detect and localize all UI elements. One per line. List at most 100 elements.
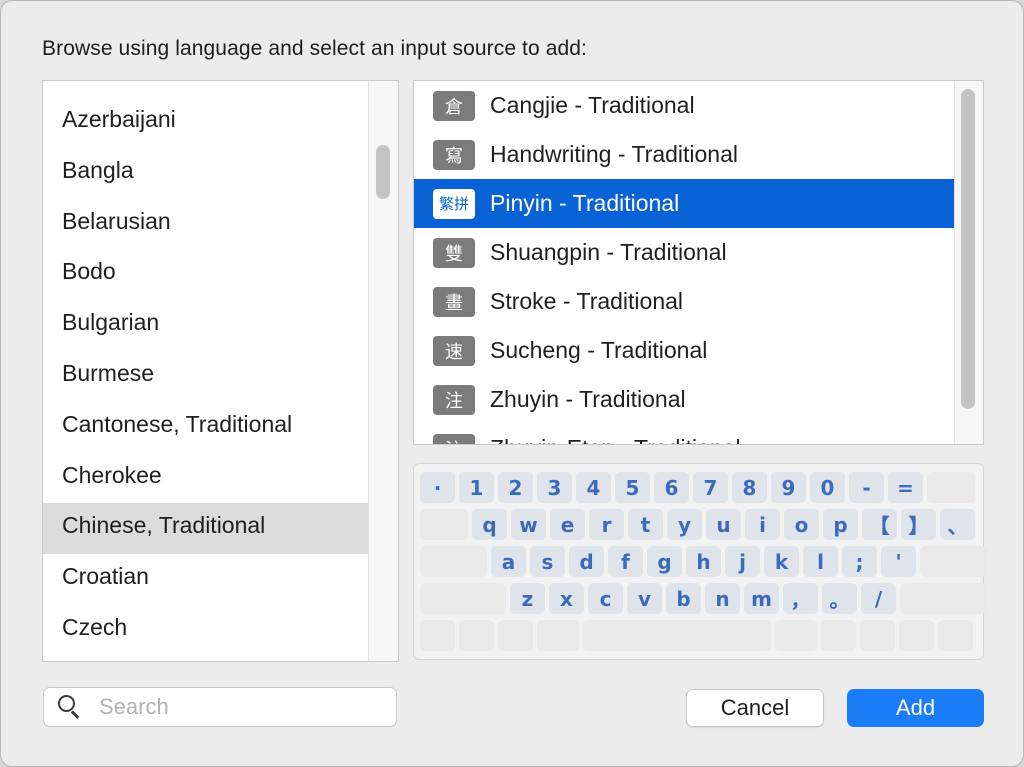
key: i — [745, 509, 780, 540]
search-field[interactable] — [43, 687, 397, 727]
input-source-item[interactable]: 倉 Cangjie - Traditional — [414, 81, 954, 130]
key: 1 — [459, 472, 494, 503]
input-source-list: 倉 Cangjie - Traditional 寫 Handwriting - … — [414, 81, 954, 444]
arrow-left-key — [860, 620, 895, 651]
input-source-item[interactable]: 畫 Stroke - Traditional — [414, 277, 954, 326]
option-key — [498, 620, 533, 651]
tab-key — [420, 509, 468, 540]
control-key — [459, 620, 494, 651]
cangjie-icon: 倉 — [433, 90, 475, 121]
key: 8 — [732, 472, 767, 503]
input-source-label: Shuangpin - Traditional — [490, 239, 727, 265]
language-item[interactable]: Bulgarian — [43, 300, 368, 351]
key: j — [725, 546, 760, 577]
language-item[interactable]: Belarusian — [43, 199, 368, 250]
keyboard-row-home: a s d f g h j k l ; ' — [420, 546, 987, 577]
input-source-item-selected[interactable]: 繁拼 Pinyin - Traditional — [414, 179, 954, 228]
language-item[interactable]: Croatian — [43, 554, 368, 605]
input-source-label: Stroke - Traditional — [490, 288, 684, 314]
right-shift-key — [900, 583, 986, 614]
input-source-item[interactable]: 寫 Handwriting - Traditional — [414, 130, 954, 179]
key: r — [589, 509, 624, 540]
language-item[interactable]: Czech — [43, 605, 368, 656]
input-source-label: Zhuyin-Eten - Traditional — [490, 435, 741, 444]
key: 【 — [862, 509, 897, 540]
key: 、 — [940, 509, 975, 540]
language-item[interactable]: Cantonese, Traditional — [43, 402, 368, 453]
zhuyin-icon: 注 — [433, 384, 475, 415]
key: ， — [783, 583, 818, 614]
key: 5 — [615, 472, 650, 503]
input-source-label: Zhuyin - Traditional — [490, 386, 686, 412]
pinyin-icon: 繁拼 — [433, 188, 475, 219]
zhuyin-eten-icon: 注 — [433, 433, 475, 444]
arrow-right-key — [938, 620, 973, 651]
key: n — [705, 583, 740, 614]
add-input-source-dialog: Browse using language and select an inpu… — [0, 0, 1024, 767]
key: o — [784, 509, 819, 540]
key: ' — [881, 546, 916, 577]
key: a — [491, 546, 526, 577]
key: 3 — [537, 472, 572, 503]
input-source-label: Cangjie - Traditional — [490, 92, 695, 118]
sucheng-icon: 速 — [433, 335, 475, 366]
add-button[interactable]: Add — [847, 689, 984, 727]
dialog-prompt: Browse using language and select an inpu… — [42, 37, 587, 60]
key: 4 — [576, 472, 611, 503]
key: h — [686, 546, 721, 577]
search-icon — [58, 695, 80, 719]
space-key — [583, 620, 771, 651]
language-item[interactable]: Burmese — [43, 351, 368, 402]
right-option-key — [821, 620, 856, 651]
input-source-label: Pinyin - Traditional — [490, 190, 680, 216]
return-key — [920, 546, 987, 577]
key: 。 — [822, 583, 857, 614]
key: 6 — [654, 472, 689, 503]
input-source-label: Handwriting - Traditional — [490, 141, 739, 167]
stroke-icon: 畫 — [433, 286, 475, 317]
keyboard-row-modifiers — [420, 620, 973, 651]
keyboard-row-top: q w e r t y u i o p 【 】 、 — [420, 509, 975, 540]
language-item[interactable]: Bodo — [43, 249, 368, 300]
language-scrollbar-thumb[interactable] — [376, 145, 390, 199]
key: s — [530, 546, 565, 577]
key: - — [849, 472, 884, 503]
input-source-item[interactable]: 雙 Shuangpin - Traditional — [414, 228, 954, 277]
input-source-label: Sucheng - Traditional — [490, 337, 708, 363]
language-item[interactable]: Azerbaijani — [43, 97, 368, 148]
input-source-list-panel[interactable]: 倉 Cangjie - Traditional 寫 Handwriting - … — [413, 80, 984, 445]
shuangpin-icon: 雙 — [433, 237, 475, 268]
key: t — [628, 509, 663, 540]
keyboard-layout-preview: · 1 2 3 4 5 6 7 8 9 0 - = q w e r t y u … — [413, 463, 987, 660]
input-source-item[interactable]: 注 Zhuyin - Traditional — [414, 375, 954, 424]
handwriting-icon: 寫 — [433, 139, 475, 170]
key: d — [569, 546, 604, 577]
key: z — [510, 583, 545, 614]
input-source-scrollbar-thumb[interactable] — [961, 89, 975, 409]
input-source-item[interactable]: 注 Zhuyin-Eten - Traditional — [414, 424, 954, 444]
key: y — [667, 509, 702, 540]
key: 0 — [810, 472, 845, 503]
language-item-selected[interactable]: Chinese, Traditional — [43, 503, 368, 555]
key: c — [588, 583, 623, 614]
command-key — [537, 620, 579, 651]
language-item[interactable]: Bangla — [43, 148, 368, 199]
input-source-item[interactable]: 速 Sucheng - Traditional — [414, 326, 954, 375]
key: 】 — [901, 509, 936, 540]
key: p — [823, 509, 858, 540]
key: f — [608, 546, 643, 577]
cancel-button[interactable]: Cancel — [686, 689, 824, 727]
key: ; — [842, 546, 877, 577]
key: 2 — [498, 472, 533, 503]
keyboard-row-numbers: · 1 2 3 4 5 6 7 8 9 0 - = — [420, 472, 975, 503]
right-command-key — [775, 620, 817, 651]
search-input[interactable] — [97, 693, 381, 721]
key: k — [764, 546, 799, 577]
language-list-panel[interactable]: Azerbaijani Bangla Belarusian Bodo Bulga… — [42, 80, 399, 662]
arrow-up-down-key — [899, 620, 934, 651]
caps-lock-key — [420, 546, 487, 577]
key: g — [647, 546, 682, 577]
key: w — [511, 509, 546, 540]
language-item[interactable]: Cherokee — [43, 453, 368, 504]
key: l — [803, 546, 838, 577]
